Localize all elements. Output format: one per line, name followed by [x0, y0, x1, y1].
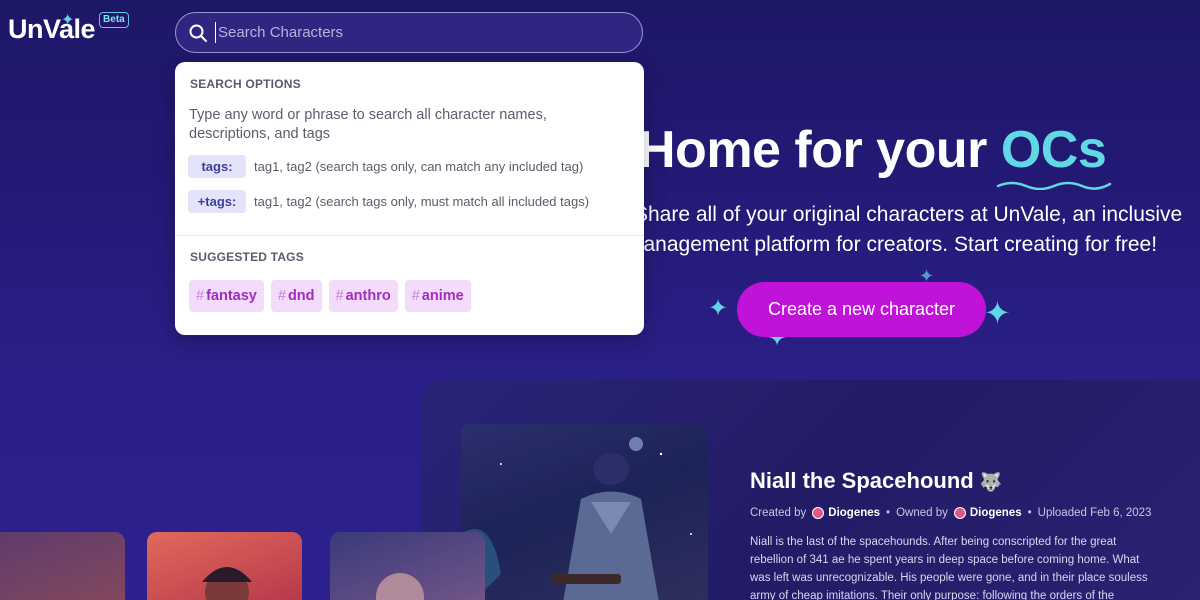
option-label[interactable]: tags:	[188, 155, 246, 178]
squiggle-underline-icon	[996, 181, 1112, 190]
text-cursor	[215, 22, 216, 43]
tag-label: fantasy	[206, 288, 257, 304]
avatar-icon	[812, 507, 825, 519]
beta-badge: Beta	[99, 12, 129, 28]
thumbnail-illustration	[376, 573, 424, 600]
tag-chip-dnd[interactable]: # dnd	[270, 280, 322, 312]
hero-subtitle-line: management platform for creators. Start …	[626, 233, 1158, 256]
search-option-plus-tags[interactable]: +tags: tag1, tag2 (search tags only, mus…	[188, 190, 589, 213]
uploaded-date: Uploaded Feb 6, 2023	[1037, 507, 1152, 519]
character-description: Niall is the last of the spacehounds. Af…	[750, 536, 1148, 600]
created-by-label: Created by	[750, 507, 807, 519]
separator-dot: •	[1027, 507, 1032, 519]
option-text: tag1, tag2 (search tags only, must match…	[254, 194, 590, 209]
thumbnail-illustration	[202, 567, 252, 600]
character-name: Niall the Spacehound	[750, 468, 974, 493]
tag-label: anthro	[345, 288, 391, 304]
wolf-icon: 🐺	[979, 472, 1003, 492]
hero-title: Home for your OCs	[638, 120, 1107, 180]
tag-chip-anime[interactable]: # anime	[404, 280, 471, 312]
logo-text: UnVale	[8, 14, 96, 44]
divider	[175, 235, 644, 236]
create-character-button[interactable]: Create a new character	[737, 282, 986, 337]
character-thumbnail[interactable]	[0, 532, 125, 600]
owner-link[interactable]: Diogenes	[970, 507, 1022, 519]
hero-title-main: Home for your	[638, 121, 987, 179]
search-options-description: Type any word or phrase to search all ch…	[189, 107, 547, 142]
owned-by-label: Owned by	[896, 507, 948, 519]
tag-chip-fantasy[interactable]: # fantasy	[189, 280, 264, 312]
search-option-tags[interactable]: tags: tag1, tag2 (search tags only, can …	[188, 155, 583, 178]
search-options-dropdown: SEARCH OPTIONS Type any word or phrase t…	[175, 62, 644, 335]
tag-label: anime	[421, 288, 464, 304]
hero-subtitle: Share all of your original characters at…	[626, 200, 1200, 260]
character-thumbnail[interactable]	[147, 532, 302, 600]
option-label[interactable]: +tags:	[188, 190, 246, 213]
option-text: tag1, tag2 (search tags only, can match …	[254, 159, 584, 174]
search-icon	[189, 24, 207, 42]
character-image[interactable]	[461, 424, 708, 600]
sparkle-icon: ✦	[708, 295, 729, 322]
character-illustration	[461, 437, 692, 600]
logo[interactable]: ✦ UnVale Beta	[8, 12, 129, 45]
logo-sparkle-icon: ✦	[61, 12, 75, 29]
character-title[interactable]: Niall the Spacehound 🐺	[750, 468, 1002, 494]
search-bar[interactable]	[175, 12, 643, 53]
character-meta: Created by Diogenes • Owned by Diogenes …	[750, 507, 1151, 519]
search-input[interactable]	[218, 24, 618, 41]
search-options-heading: SEARCH OPTIONS	[190, 77, 301, 91]
avatar-icon	[953, 507, 966, 519]
character-thumbnail[interactable]	[330, 532, 485, 600]
hero-title-accent: OCs	[1000, 121, 1107, 179]
tag-label: dnd	[287, 288, 315, 304]
hero-subtitle-line: Share all of your original characters at…	[634, 203, 1183, 226]
creator-link[interactable]: Diogenes	[828, 507, 880, 519]
tag-chip-anthro[interactable]: # anthro	[328, 280, 398, 312]
separator-dot: •	[886, 507, 891, 519]
suggested-tags-heading: SUGGESTED TAGS	[190, 250, 304, 264]
sparkle-icon: ✦	[984, 295, 1011, 331]
suggested-tags: # fantasy # dnd # anthro # anime	[189, 280, 471, 312]
